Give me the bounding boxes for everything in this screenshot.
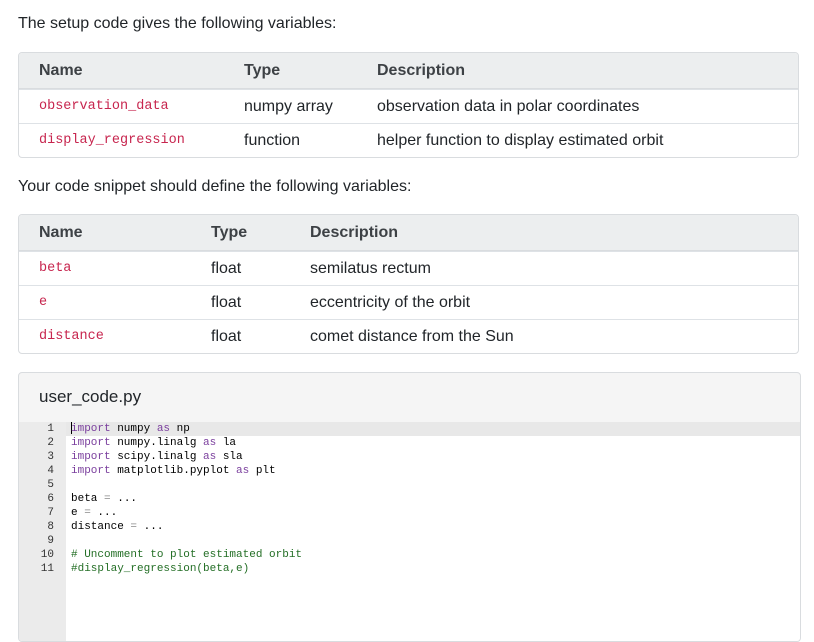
variable-description: helper function to display estimated orb… bbox=[377, 131, 664, 149]
code-token: sla bbox=[216, 451, 243, 463]
code-token: ... bbox=[110, 493, 138, 505]
code-line: e = ... bbox=[71, 506, 117, 520]
line-number: 2 bbox=[47, 437, 54, 449]
code-token: plt bbox=[249, 465, 276, 477]
header-type: Type bbox=[211, 223, 248, 241]
variable-description: semilatus rectum bbox=[310, 259, 431, 277]
variable-name: display_regression bbox=[39, 133, 185, 148]
header-description: Description bbox=[377, 61, 466, 79]
code-token: ... bbox=[90, 507, 118, 519]
line-number: 8 bbox=[47, 521, 54, 533]
variable-description: comet distance from the Sun bbox=[310, 327, 514, 345]
code-token-keyword: as bbox=[203, 451, 217, 463]
line-number: 5 bbox=[47, 479, 54, 491]
variable-type: function bbox=[244, 131, 301, 149]
code-token-keyword: as bbox=[156, 423, 171, 435]
line-number: 6 bbox=[47, 493, 54, 505]
variable-name: observation_data bbox=[39, 99, 169, 114]
table-row: e float eccentricity of the orbit bbox=[19, 285, 798, 319]
code-token-keyword: as bbox=[203, 437, 217, 449]
code-line: import numpy as np bbox=[71, 422, 190, 436]
code-token: numpy bbox=[110, 423, 157, 435]
code-token-keyword: import bbox=[71, 423, 111, 435]
variable-type: float bbox=[211, 259, 242, 277]
code-token-keyword: import bbox=[71, 451, 111, 463]
line-number: 11 bbox=[40, 563, 54, 575]
header-name: Name bbox=[39, 61, 83, 79]
header-type: Type bbox=[244, 61, 281, 79]
code-token-keyword: import bbox=[71, 465, 111, 477]
table-header-row: Name Type Description bbox=[19, 215, 798, 251]
line-number: 3 bbox=[47, 451, 54, 463]
variable-description: eccentricity of the orbit bbox=[310, 293, 471, 311]
define-intro-text: Your code snippet should define the foll… bbox=[18, 178, 412, 195]
variable-description: observation data in polar coordinates bbox=[377, 97, 640, 115]
code-token-operator: = bbox=[84, 507, 91, 519]
line-number: 4 bbox=[47, 465, 54, 477]
code-line: import scipy.linalg as sla bbox=[71, 450, 243, 464]
code-token: scipy.linalg bbox=[110, 451, 204, 463]
table-row: beta float semilatus rectum bbox=[19, 251, 798, 285]
table-row: distance float comet distance from the S… bbox=[19, 319, 798, 353]
define-variables-table: Name Type Description beta float semilat… bbox=[18, 214, 799, 354]
code-token: numpy.linalg bbox=[110, 437, 204, 449]
code-token: e bbox=[71, 507, 85, 519]
code-token-keyword: import bbox=[71, 437, 111, 449]
variable-name: beta bbox=[39, 261, 72, 276]
table-header-row: Name Type Description bbox=[19, 53, 798, 89]
code-line-comment: #display_regression(beta,e) bbox=[71, 563, 250, 575]
code-token: ... bbox=[137, 521, 164, 533]
code-line-comment: # Uncomment to plot estimated orbit bbox=[71, 549, 303, 561]
variable-type: numpy array bbox=[244, 97, 333, 115]
header-description: Description bbox=[310, 223, 399, 241]
code-token: matplotlib.pyplot bbox=[110, 465, 237, 477]
code-token-operator: = bbox=[104, 493, 111, 505]
editor-filename: user_code.py bbox=[39, 387, 142, 406]
line-number: 10 bbox=[40, 549, 54, 561]
header-name: Name bbox=[39, 223, 83, 241]
line-number: 9 bbox=[47, 535, 54, 547]
code-editor-panel: user_code.py 1 2 3 4 5 6 7 8 9 10 11 imp… bbox=[18, 372, 801, 642]
variable-name: distance bbox=[39, 329, 104, 344]
line-number: 1 bbox=[47, 423, 54, 435]
variable-name: e bbox=[39, 295, 48, 310]
code-token-keyword: as bbox=[236, 465, 250, 477]
setup-variables-table: Name Type Description observation_data n… bbox=[18, 52, 799, 158]
table-row: observation_data numpy array observation… bbox=[19, 89, 798, 123]
variable-type: float bbox=[211, 327, 242, 345]
setup-intro-text: The setup code gives the following varia… bbox=[18, 15, 337, 32]
code-line: distance = ... bbox=[71, 520, 163, 534]
code-editor[interactable]: 1 2 3 4 5 6 7 8 9 10 11 import numpy as … bbox=[19, 422, 800, 641]
code-line: beta = ... bbox=[71, 492, 137, 506]
code-line: import numpy.linalg as la bbox=[71, 436, 236, 450]
code-token: np bbox=[170, 423, 190, 435]
code-token: distance bbox=[71, 521, 131, 533]
variable-type: float bbox=[211, 293, 242, 311]
code-token: beta bbox=[71, 493, 105, 505]
code-token: la bbox=[216, 437, 237, 449]
line-number: 7 bbox=[47, 507, 54, 519]
code-line: import matplotlib.pyplot as plt bbox=[71, 464, 276, 478]
table-row: display_regression function helper funct… bbox=[19, 123, 798, 157]
